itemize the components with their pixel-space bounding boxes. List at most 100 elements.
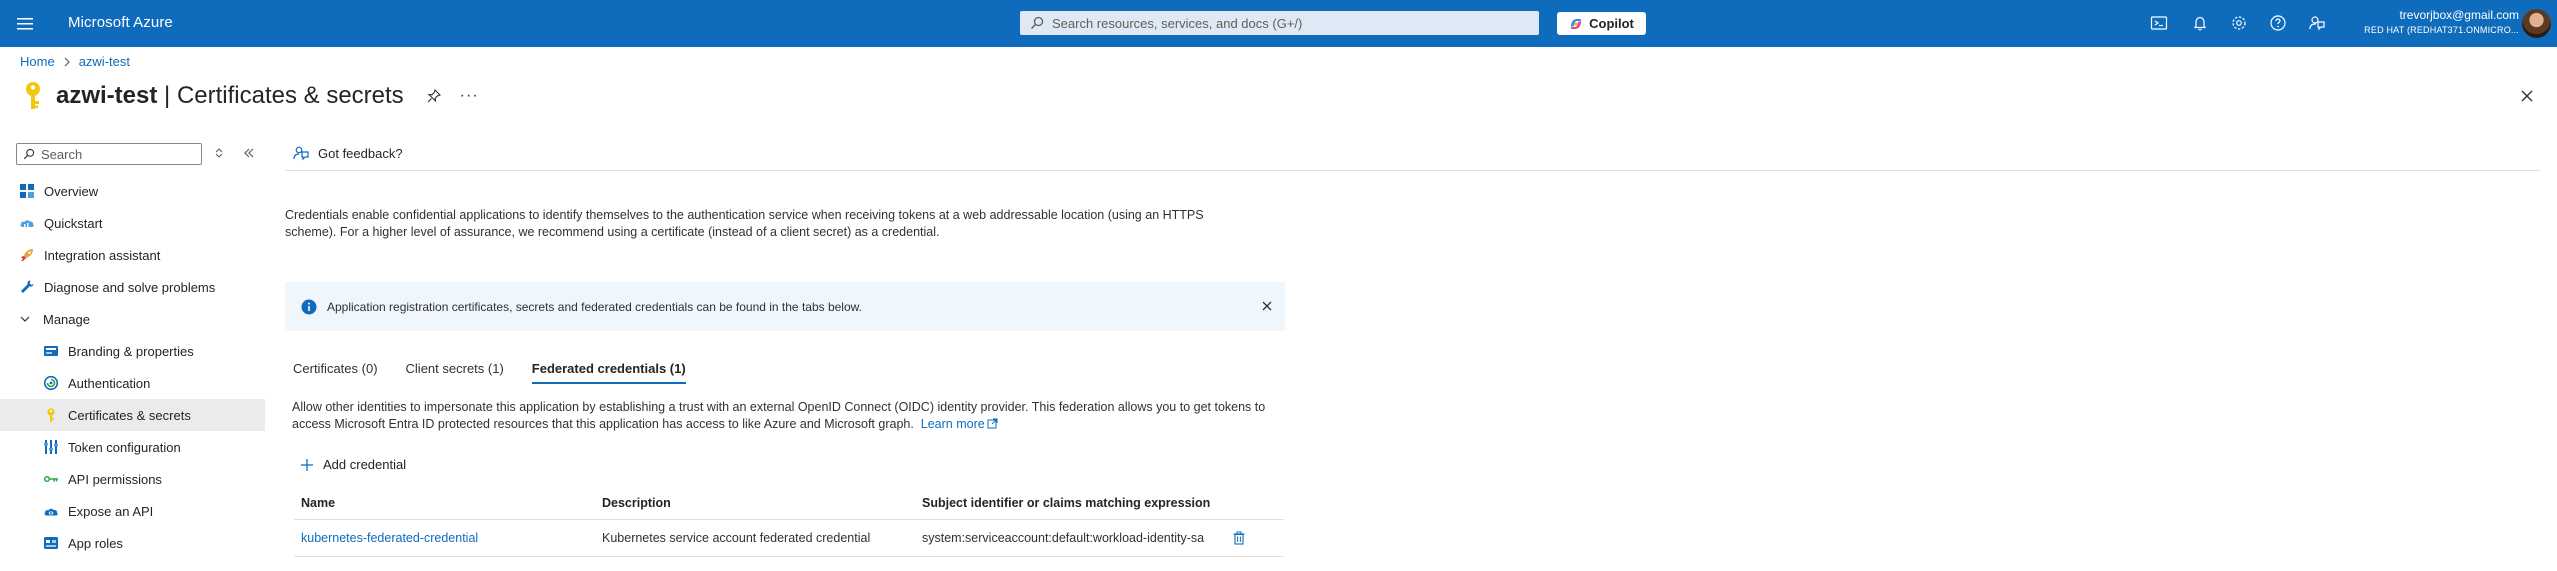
pin-icon[interactable] [426,88,442,104]
page-title-blade: Certificates & secrets [176,82,404,109]
plus-icon [301,458,313,471]
feedback-icon[interactable] [2307,13,2327,33]
copilot-button[interactable]: Copilot [1557,12,1646,35]
learn-more-link[interactable]: Learn more [921,417,998,431]
credential-name-link[interactable]: kubernetes-federated-credential [294,531,602,545]
cloud-shell-icon[interactable] [2149,13,2169,33]
page-title-app: azwi-test [56,82,158,109]
nav-search[interactable] [16,143,202,165]
sidebar-item-expose-api[interactable]: Expose an API [0,495,265,527]
sidebar-item-label: API permissions [68,471,162,487]
learn-more-label: Learn more [920,417,985,431]
search-icon [1031,16,1044,29]
credentials-description: Credentials enable confidential applicat… [285,208,1204,239]
sidebar-item-overview[interactable]: Overview [0,175,265,207]
key-icon [47,408,55,422]
copilot-icon [1570,18,1582,29]
sidebar-item-diagnose[interactable]: Diagnose and solve problems [0,271,265,303]
breadcrumb: Home azwi-test [20,54,130,69]
more-options-button[interactable]: ··· [460,87,479,105]
sidebar-item-app-roles[interactable]: App roles [0,527,265,559]
breadcrumb-home[interactable]: Home [20,54,55,69]
tab-certificates[interactable]: Certificates (0) [293,361,378,384]
federated-description: Allow other identities to impersonate th… [292,399,1272,433]
notifications-bell-icon[interactable] [2190,13,2210,33]
portal-brand[interactable]: Microsoft Azure [68,14,173,31]
info-banner: Application registration certificates, s… [285,282,1285,331]
branding-icon [44,346,58,356]
chevron-right-icon [64,57,70,66]
dismiss-banner-icon[interactable] [1261,300,1273,312]
credential-description: Kubernetes service account federated cre… [602,531,871,545]
tab-federated-credentials[interactable]: Federated credentials (1) [531,361,686,384]
sidebar-item-label: Quickstart [44,215,103,231]
sidebar-group-manage[interactable]: Manage [0,303,265,335]
sidebar-item-label: Integration assistant [44,247,161,263]
external-link-icon [987,418,998,429]
sidebar-item-token-configuration[interactable]: Token configuration [0,431,265,463]
global-search[interactable] [1020,11,1539,35]
copilot-label: Copilot [1589,16,1634,31]
page-title: azwi-test | Certificates & secrets [56,82,404,110]
sidebar-item-integration-assistant[interactable]: Integration assistant [0,239,265,271]
page-title-separator: | [157,82,177,109]
credential-subject: system:serviceaccount:default:workload-i… [922,531,1205,545]
divider [285,170,2540,171]
column-header-description: Description [602,496,671,510]
table-row: kubernetes-federated-credential Kubernet… [294,520,1284,557]
table-header: Name Description Subject identifier or c… [294,487,1284,520]
sidebar-item-label: Authentication [68,375,151,391]
search-icon [23,148,35,160]
api-permissions-icon [43,475,58,483]
info-icon [301,299,317,314]
sidebar-item-label: Branding & properties [68,343,194,359]
rocket-icon [21,249,33,261]
close-icon[interactable] [2519,88,2535,104]
column-header-subject: Subject identifier or claims matching ex… [922,496,1211,510]
cloud-api-icon [44,508,58,516]
sidebar-item-label: Expose an API [68,503,154,519]
feedback-icon [293,146,309,161]
sidebar-item-label: App roles [68,535,123,551]
sidebar-item-authentication[interactable]: Authentication [0,367,265,399]
sidebar-group-label: Manage [43,311,90,327]
sidebar-item-branding[interactable]: Branding & properties [0,335,265,367]
column-header-name: Name [301,496,336,510]
account-info[interactable]: trevorjbox@gmail.com RED HAT (REDHAT371.… [2364,8,2519,37]
sidebar-item-api-permissions[interactable]: API permissions [0,463,265,495]
settings-gear-icon[interactable] [2229,13,2249,33]
add-credential-button[interactable]: Add credential [300,457,406,472]
sidebar-item-label: Certificates & secrets [68,407,191,423]
help-icon[interactable] [2268,13,2288,33]
sidebar-item-certificates-secrets[interactable]: Certificates & secrets [0,399,265,431]
avatar[interactable] [2522,9,2551,38]
sort-icon[interactable] [213,147,225,159]
key-icon [26,82,40,109]
sidebar-item-label: Overview [44,183,99,199]
sidebar-item-quickstart[interactable]: Quickstart [0,207,265,239]
add-credential-label: Add credential [323,457,407,472]
delete-trash-icon[interactable] [1232,531,1246,545]
sidebar-nav: Overview Quickstart Integration assistan… [0,175,265,559]
nav-search-input[interactable] [39,145,193,163]
sidebar-item-label: Diagnose and solve problems [44,279,216,295]
cloud-quickstart-icon [20,220,34,227]
token-configuration-icon [44,440,58,454]
tab-client-secrets[interactable]: Client secrets (1) [406,361,504,384]
collapse-sidebar-icon[interactable] [243,147,255,159]
federated-credentials-table: Name Description Subject identifier or c… [294,487,1284,557]
wrench-icon [21,280,34,293]
breadcrumb-app[interactable]: azwi-test [79,54,130,69]
app-roles-icon [44,537,58,549]
got-feedback-label: Got feedback? [318,145,403,161]
page-header: azwi-test | Certificates & secrets ··· [20,79,479,113]
credentials-tabs: Certificates (0) Client secrets (1) Fede… [293,361,714,384]
info-banner-text: Application registration certificates, s… [327,299,862,314]
hamburger-menu-icon[interactable] [12,11,38,37]
account-email: trevorjbox@gmail.com [2399,8,2519,22]
authentication-icon [43,375,59,391]
got-feedback-button[interactable]: Got feedback? [292,144,403,162]
account-tenant: RED HAT (REDHAT371.ONMICRO... [2364,25,2519,35]
global-search-input[interactable] [1050,14,1534,32]
chevron-down-icon [20,316,30,322]
